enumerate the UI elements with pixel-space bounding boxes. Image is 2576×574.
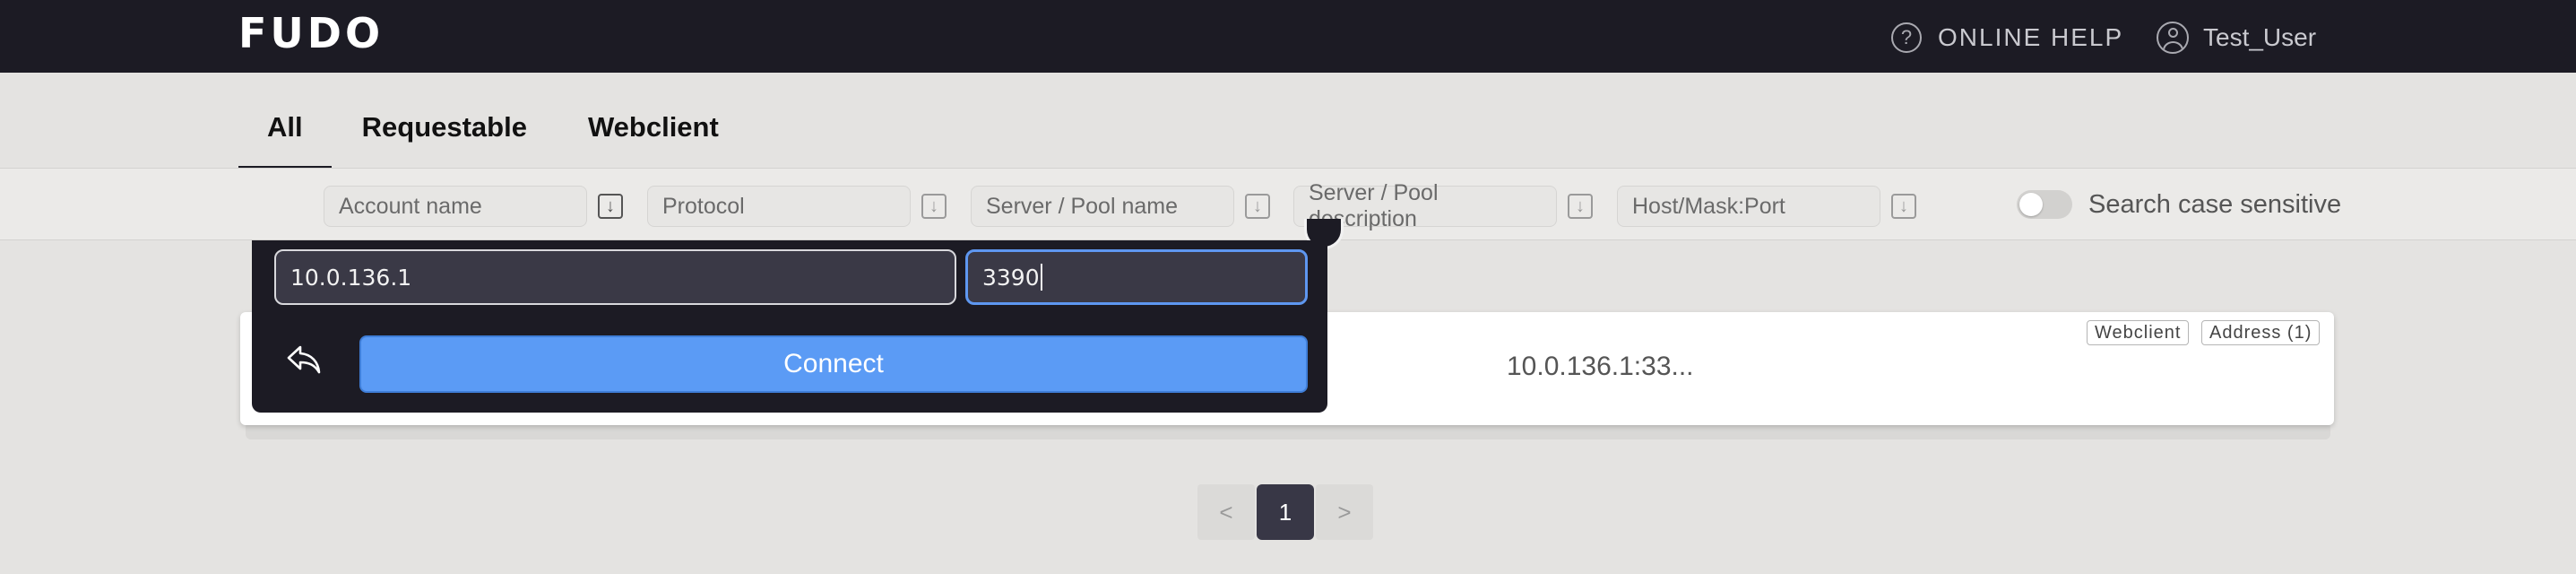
tab-bar: All Requestable Webclient [238, 90, 749, 169]
sort-down-icon[interactable]: ↓ [1568, 194, 1593, 219]
host-input[interactable]: 10.0.136.1 [274, 249, 956, 305]
sort-down-icon[interactable]: ↓ [921, 194, 947, 219]
pagination: < 1 > [1197, 484, 1375, 540]
case-sensitive-toggle[interactable]: Search case sensitive [2017, 187, 2341, 222]
tab-requestable[interactable]: Requestable [332, 90, 558, 169]
question-icon: ? [1891, 22, 1922, 53]
tab-webclient[interactable]: Webclient [558, 90, 749, 169]
account-name-input[interactable]: Account name [324, 186, 587, 227]
sort-down-icon[interactable]: ↓ [598, 194, 623, 219]
user-name: Test_User [2203, 23, 2317, 51]
tab-all[interactable]: All [238, 90, 332, 169]
user-menu[interactable]: Test_User [2157, 20, 2316, 56]
webclient-badge: Webclient [2087, 320, 2190, 345]
page-1-button[interactable]: 1 [1257, 484, 1314, 540]
sort-down-icon[interactable]: ↓ [1245, 194, 1270, 219]
fudo-logo[interactable]: FUDO [238, 11, 384, 56]
address-count-badge: Address (1) [2201, 320, 2321, 345]
host-mask-port-input[interactable]: Host/Mask:Port [1617, 186, 1880, 227]
next-page-button[interactable]: > [1316, 484, 1373, 540]
filter-server-pool-name: Server / Pool name ↓ [971, 186, 1270, 227]
filter-protocol: Protocol ↓ [647, 186, 947, 227]
text-caret [1040, 264, 1042, 291]
connect-button[interactable]: Connect [359, 335, 1308, 393]
server-pool-name-input[interactable]: Server / Pool name [971, 186, 1234, 227]
prev-page-button[interactable]: < [1197, 484, 1255, 540]
user-avatar-icon [2157, 22, 2189, 54]
toggle-switch[interactable] [2017, 190, 2072, 219]
sort-down-icon[interactable]: ↓ [1891, 194, 1916, 219]
top-bar: FUDO ? ONLINE HELP Test_User [0, 0, 2576, 73]
filter-host-mask-port: Host/Mask:Port ↓ [1617, 186, 1916, 227]
online-help-label: ONLINE HELP [1938, 23, 2124, 51]
case-sensitive-label: Search case sensitive [2088, 189, 2342, 219]
card-address: 10.0.136.1:33... [1507, 352, 1694, 381]
protocol-input[interactable]: Protocol [647, 186, 911, 227]
connect-popup: 10.0.136.1 3390 Connect [252, 240, 1327, 413]
port-input[interactable]: 3390 [965, 249, 1308, 305]
back-reply-icon[interactable] [279, 337, 329, 382]
online-help-link[interactable]: ? ONLINE HELP [1891, 20, 2123, 56]
filter-account-name: Account name ↓ [324, 186, 623, 227]
